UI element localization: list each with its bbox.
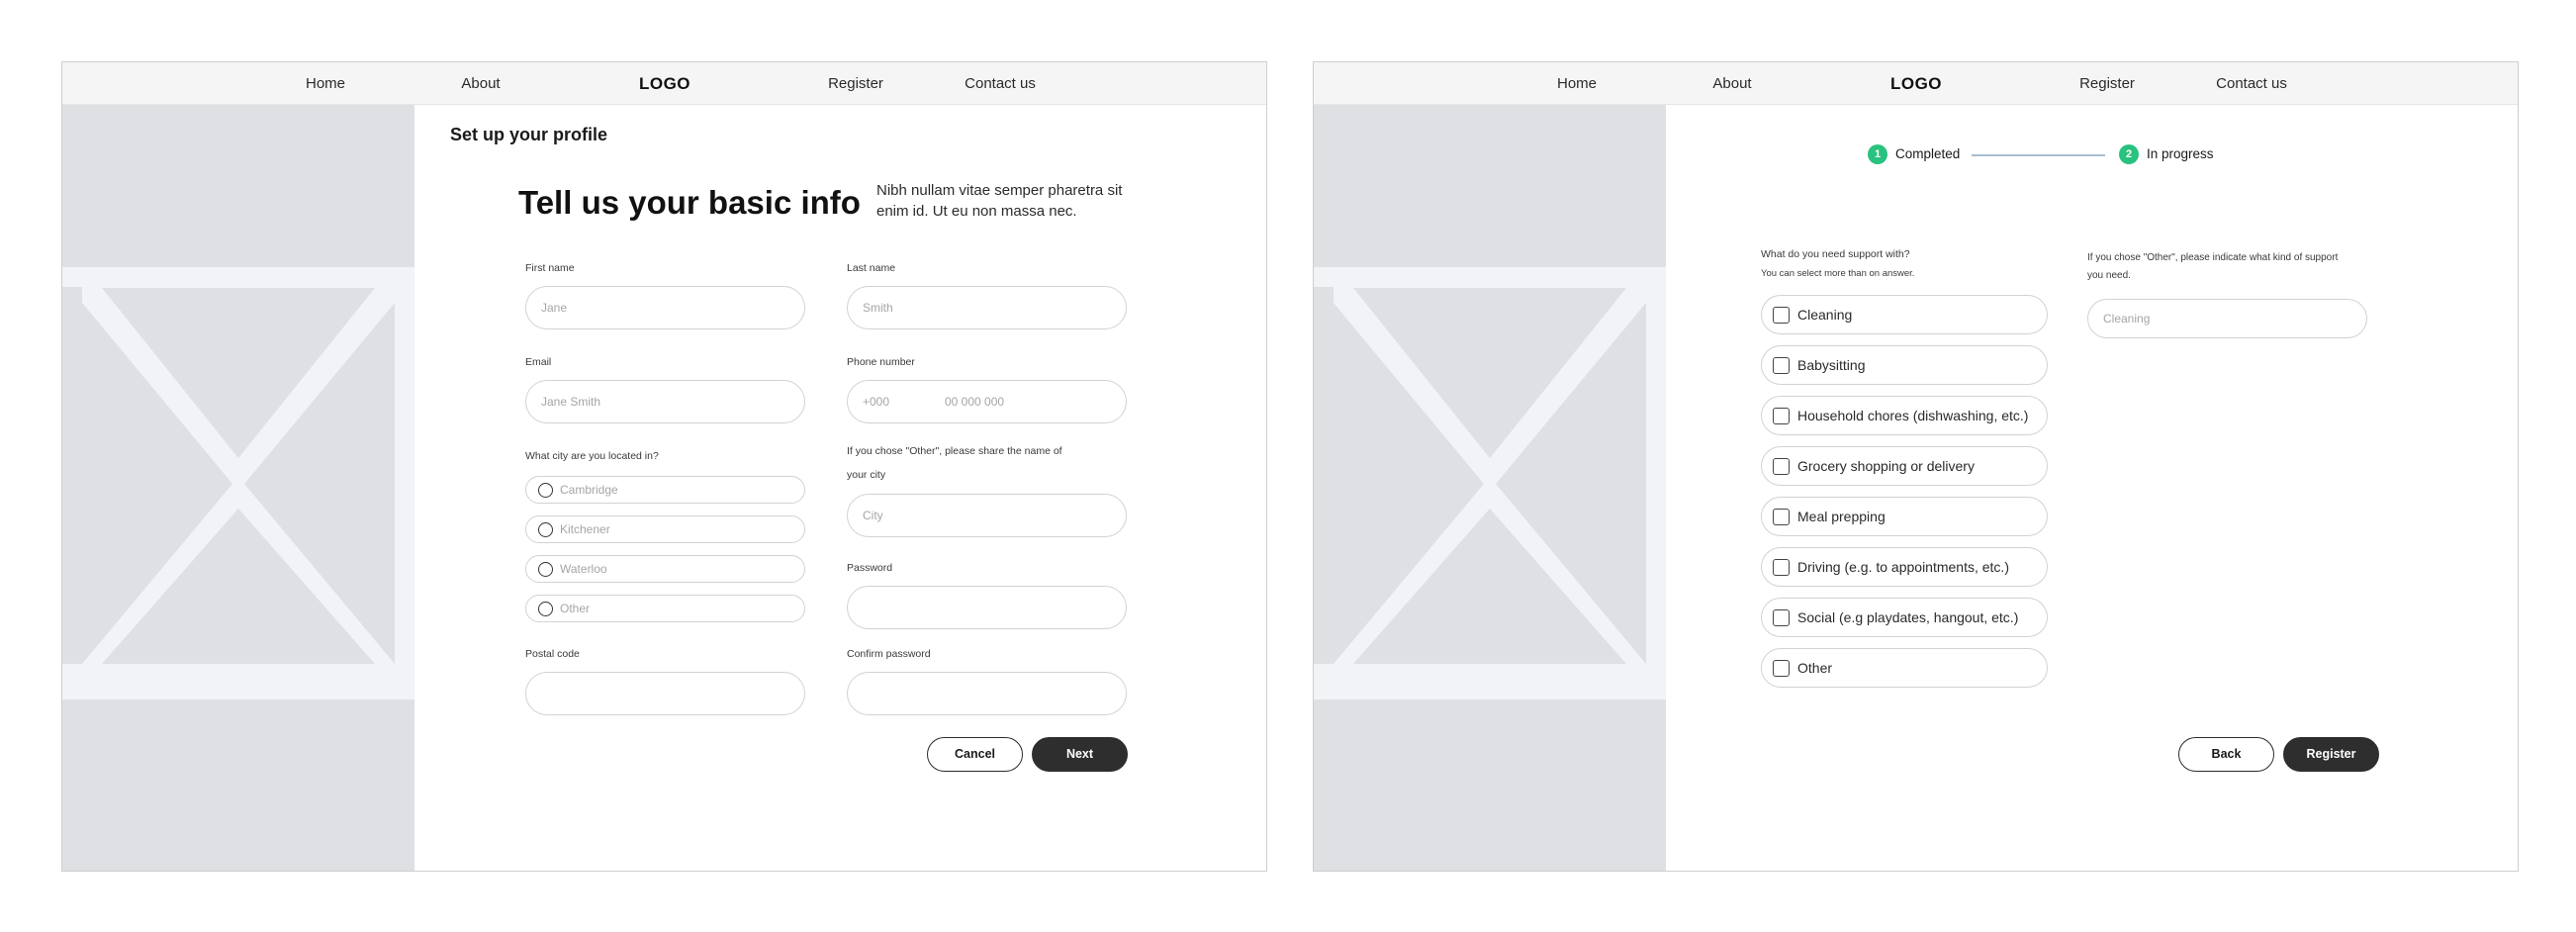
checkbox-icon[interactable] <box>1773 609 1790 626</box>
support-needs-screen: Home About LOGO Register Contact us 1 Co… <box>1313 61 2519 872</box>
city-option-waterloo[interactable]: Waterloo <box>525 555 805 583</box>
confirm-password-label: Confirm password <box>847 648 931 660</box>
nav-register-link[interactable]: Register <box>2079 62 2135 105</box>
radio-icon[interactable] <box>538 562 553 577</box>
checkbox-icon[interactable] <box>1773 307 1790 324</box>
checkbox-icon[interactable] <box>1773 357 1790 374</box>
support-option-grocery[interactable]: Grocery shopping or delivery <box>1761 446 2048 486</box>
radio-label: Kitchener <box>560 522 610 536</box>
city-option-other[interactable]: Other <box>525 595 805 622</box>
step-2-label: In progress <box>2147 146 2214 161</box>
city-placeholder: City <box>863 509 883 522</box>
city-option-cambridge[interactable]: Cambridge <box>525 476 805 504</box>
checkbox-icon[interactable] <box>1773 458 1790 475</box>
radio-icon[interactable] <box>538 483 553 498</box>
next-button[interactable]: Next <box>1032 737 1128 772</box>
email-field[interactable]: Jane Smith <box>525 380 805 423</box>
last-name-placeholder: Smith <box>863 301 893 315</box>
city-option-kitchener[interactable]: Kitchener <box>525 515 805 543</box>
support-option-meal-prepping[interactable]: Meal prepping <box>1761 497 2048 536</box>
step-2-indicator: 2 <box>2119 144 2139 164</box>
logo[interactable]: LOGO <box>639 62 690 105</box>
radio-label: Other <box>560 602 591 615</box>
support-option-other[interactable]: Other <box>1761 648 2048 688</box>
checkbox-label: Household chores (dishwashing, etc.) <box>1797 408 2029 423</box>
checkbox-icon[interactable] <box>1773 660 1790 677</box>
support-form-area: 1 Completed 2 In progress What do you ne… <box>1666 105 2518 871</box>
password-label: Password <box>847 562 893 574</box>
support-option-babysitting[interactable]: Babysitting <box>1761 345 2048 385</box>
first-name-label: First name <box>525 262 575 274</box>
navbar: Home About LOGO Register Contact us <box>62 62 1266 105</box>
profile-form-area: Set up your profile Tell us your basic i… <box>414 105 1266 871</box>
back-button[interactable]: Back <box>2178 737 2274 772</box>
step-1-indicator: 1 <box>1868 144 1887 164</box>
phone-code-placeholder: +000 <box>863 395 890 409</box>
email-label: Email <box>525 356 552 368</box>
page-title: Tell us your basic info <box>518 184 861 221</box>
image-placeholder-icon <box>62 105 414 871</box>
password-field[interactable] <box>847 586 1127 629</box>
support-option-driving[interactable]: Driving (e.g. to appointments, etc.) <box>1761 547 2048 587</box>
image-placeholder <box>1314 105 1666 871</box>
nav-register-link[interactable]: Register <box>828 62 883 105</box>
logo[interactable]: LOGO <box>1890 62 1942 105</box>
checkbox-label: Social (e.g playdates, hangout, etc.) <box>1797 609 2019 625</box>
phone-field[interactable]: +000 00 000 000 <box>847 380 1127 423</box>
support-option-cleaning[interactable]: Cleaning <box>1761 295 2048 334</box>
last-name-label: Last name <box>847 262 896 274</box>
step-connector <box>1972 154 2105 156</box>
image-placeholder <box>62 105 414 871</box>
cancel-button[interactable]: Cancel <box>927 737 1023 772</box>
confirm-password-field[interactable] <box>847 672 1127 715</box>
first-name-placeholder: Jane <box>541 301 568 315</box>
phone-label: Phone number <box>847 356 915 368</box>
nav-home-link[interactable]: Home <box>1557 62 1597 105</box>
checkbox-label: Cleaning <box>1797 307 1853 323</box>
register-button[interactable]: Register <box>2283 737 2379 772</box>
first-name-field[interactable]: Jane <box>525 286 805 329</box>
last-name-field[interactable]: Smith <box>847 286 1127 329</box>
checkbox-icon[interactable] <box>1773 559 1790 576</box>
other-support-placeholder: Cleaning <box>2103 312 2151 326</box>
other-city-label: If you chose "Other", please share the n… <box>847 445 1062 481</box>
radio-icon[interactable] <box>538 602 553 616</box>
support-option-household-chores[interactable]: Household chores (dishwashing, etc.) <box>1761 396 2048 435</box>
city-question-label: What city are you located in? <box>525 450 659 462</box>
nav-about-link[interactable]: About <box>461 62 500 105</box>
nav-home-link[interactable]: Home <box>306 62 345 105</box>
other-support-label: If you chose "Other", please indicate wh… <box>2087 252 2339 281</box>
checkbox-label: Grocery shopping or delivery <box>1797 458 1975 474</box>
image-placeholder-icon <box>1314 105 1666 871</box>
phone-number-placeholder: 00 000 000 <box>945 395 1005 409</box>
support-option-social[interactable]: Social (e.g playdates, hangout, etc.) <box>1761 598 2048 637</box>
radio-icon[interactable] <box>538 522 553 537</box>
nav-contact-link[interactable]: Contact us <box>2216 62 2287 105</box>
other-support-field[interactable]: Cleaning <box>2087 299 2367 338</box>
email-placeholder: Jane Smith <box>541 395 601 409</box>
city-field[interactable]: City <box>847 494 1127 537</box>
section-title: Set up your profile <box>450 125 608 144</box>
nav-contact-link[interactable]: Contact us <box>965 62 1036 105</box>
checkbox-label: Meal prepping <box>1797 509 1886 524</box>
profile-setup-screen: Home About LOGO Register Contact us Set … <box>61 61 1267 872</box>
support-hint-label: You can select more than on answer. <box>1761 268 1915 279</box>
postal-code-field[interactable] <box>525 672 805 715</box>
postal-code-label: Postal code <box>525 648 580 660</box>
checkbox-icon[interactable] <box>1773 408 1790 424</box>
checkbox-icon[interactable] <box>1773 509 1790 525</box>
step-1-label: Completed <box>1895 146 1961 161</box>
checkbox-label: Other <box>1797 660 1833 676</box>
radio-label: Cambridge <box>560 483 618 497</box>
checkbox-label: Babysitting <box>1797 357 1866 373</box>
navbar: Home About LOGO Register Contact us <box>1314 62 2518 105</box>
support-question-label: What do you need support with? <box>1761 248 1910 260</box>
page-description: Nibh nullam vitae semper pharetra sit en… <box>876 182 1123 220</box>
checkbox-label: Driving (e.g. to appointments, etc.) <box>1797 559 2009 575</box>
nav-about-link[interactable]: About <box>1712 62 1751 105</box>
radio-label: Waterloo <box>560 562 607 576</box>
